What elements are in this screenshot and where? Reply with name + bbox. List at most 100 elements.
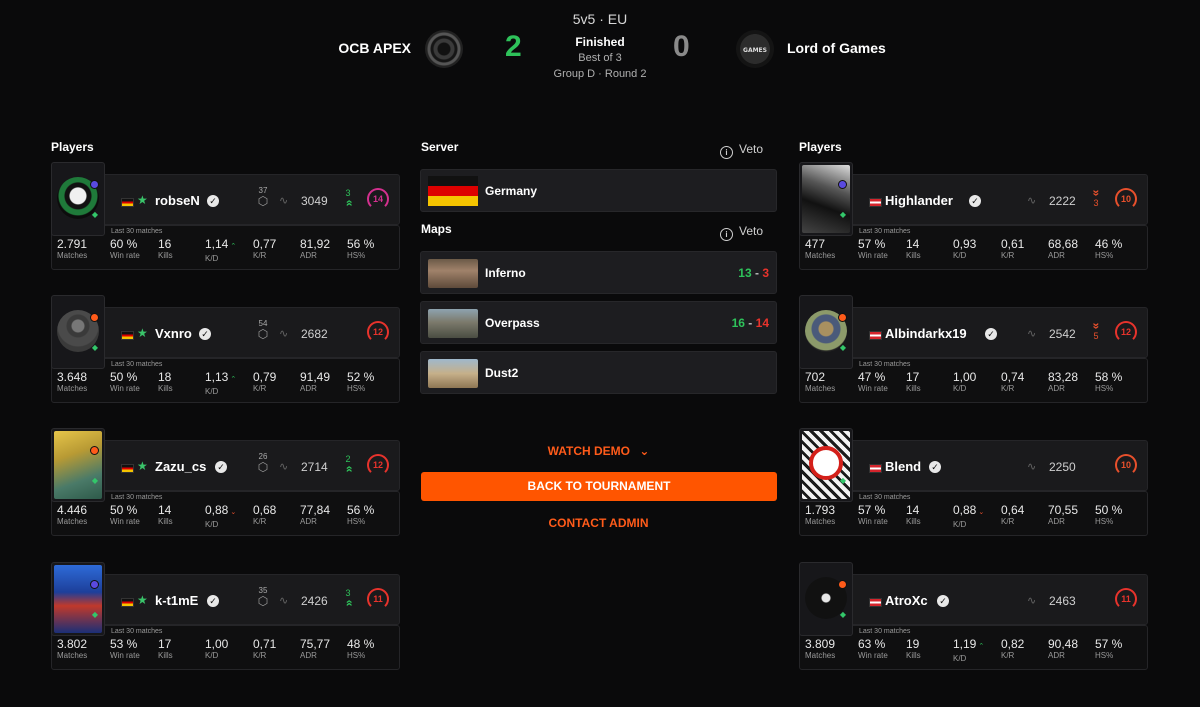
stat-label: Kills xyxy=(906,517,921,526)
player-card[interactable]: ◆ Albindarkx19 ✓ ∿ 2542 » 5 12 Last 30 matches 70… xyxy=(799,295,1149,405)
player-name[interactable]: Highlander xyxy=(885,193,953,208)
stat-value-text: 81,92 xyxy=(300,237,331,251)
shield-icon: ◆ xyxy=(839,210,847,219)
back-to-tournament-button[interactable]: BACK TO TOURNAMENT xyxy=(421,472,777,501)
skill-level-badge: 12 xyxy=(367,321,389,343)
avatar[interactable]: ◆ xyxy=(799,295,853,369)
stat-value-text: 477 xyxy=(805,237,826,251)
map-thumbnail xyxy=(428,359,478,388)
stat-kr: 0,82 K/R xyxy=(1001,637,1024,661)
stat-adr: 77,84 ADR xyxy=(300,503,330,527)
shield-icon: ◆ xyxy=(839,476,847,485)
player-card[interactable]: ◆ ★ k-t1mE ✓ 35 ⬡ ∿ 2426 3» 11 Last 30 matches 3.80… xyxy=(51,562,401,672)
map-row-overpass[interactable]: Overpass 16 - 14 xyxy=(420,301,777,344)
elo-delta-down-icon: » 5 xyxy=(1089,321,1103,341)
stat-value: 2.791 xyxy=(57,237,87,251)
stat-value: 58 % xyxy=(1095,370,1122,384)
stat-adr: 90,48 ADR xyxy=(1048,637,1078,661)
stat-value-text: 0,82 xyxy=(1001,637,1025,651)
stat-hs: 56 % HS% xyxy=(347,237,374,261)
stat-value: 0,79 xyxy=(253,370,276,384)
watch-demo-button[interactable]: WATCH DEMO ⌄ xyxy=(420,444,777,458)
shield-icon: ◆ xyxy=(91,210,99,219)
team-b-logo[interactable]: GAMES xyxy=(736,30,774,68)
stat-label: K/R xyxy=(253,517,267,526)
team-b-name[interactable]: Lord of Games xyxy=(787,40,886,56)
last-30-label: Last 30 matches xyxy=(111,228,163,235)
trend-icon: ∿ xyxy=(279,461,289,473)
stat-matches: 3.648 Matches xyxy=(57,370,87,394)
avatar-image xyxy=(54,431,102,499)
stat-label: K/D xyxy=(953,654,967,663)
stat-value-text: 63 % xyxy=(858,637,886,651)
stat-value: 46 % xyxy=(1095,237,1122,251)
stat-value-text: 0,88 xyxy=(205,503,229,517)
stat-value-text: 0,64 xyxy=(1001,503,1025,517)
stat-label: K/R xyxy=(253,384,267,393)
stat-value: 75,77 xyxy=(300,637,330,651)
stat-value: 0,61 xyxy=(1001,237,1024,251)
player-name[interactable]: AtroXc xyxy=(885,593,928,608)
player-name[interactable]: k-t1mE xyxy=(155,593,198,608)
avatar-image xyxy=(54,565,102,633)
stat-label: K/R xyxy=(1001,651,1015,660)
avatar[interactable]: ◆ xyxy=(51,562,105,636)
player-card[interactable]: ◆ Highlander ✓ ∿ 2222 » 3 10 Last 30 matches 477 M… xyxy=(799,162,1149,272)
trend-icon: ∿ xyxy=(1027,595,1037,607)
stat-label: Win rate xyxy=(858,517,888,526)
stat-value-text: 46 % xyxy=(1095,237,1123,251)
player-name[interactable]: robseN xyxy=(155,193,200,208)
server-veto-button[interactable]: i Veto xyxy=(720,142,763,159)
stat-value: 702 xyxy=(805,370,835,384)
last-30-label: Last 30 matches xyxy=(111,361,163,368)
skill-level-badge: 11 xyxy=(1115,588,1137,610)
player-card[interactable]: ◆ ★ Vxnro ✓ 54 ⬡ ∿ 2682 12 Last 30 matches 3.648 Ma… xyxy=(51,295,401,405)
stat-value-text: 1,14 xyxy=(205,237,229,251)
stat-value-text: 0,79 xyxy=(253,370,277,384)
stat-value-text: 56 % xyxy=(347,503,375,517)
match-best-of: Best of 3 xyxy=(578,52,622,64)
player-name[interactable]: Zazu_cs xyxy=(155,459,206,474)
map-row-inferno[interactable]: Inferno 13 - 3 xyxy=(420,251,777,294)
stat-adr: 81,92 ADR xyxy=(300,237,330,261)
stat-adr: 83,28 ADR xyxy=(1048,370,1078,394)
stat-value: 0,82 xyxy=(1001,637,1024,651)
player-name[interactable]: Albindarkx19 xyxy=(885,326,967,341)
player-name[interactable]: Vxnro xyxy=(155,326,192,341)
stat-label: HS% xyxy=(1095,517,1114,526)
player-card[interactable]: ◆ Blend ✓ ∿ 2250 10 Last 30 matches 1.793 Matche… xyxy=(799,428,1149,538)
avatar[interactable]: ◆ xyxy=(51,162,105,236)
stat-kills: 18 Kills xyxy=(158,370,173,394)
avatar[interactable]: ◆ xyxy=(799,562,853,636)
avatar[interactable]: ◆ xyxy=(51,428,105,502)
map-score: 13 - 3 xyxy=(738,266,769,280)
stat-matches: 3.809 Matches xyxy=(805,637,835,661)
stat-label: K/R xyxy=(253,251,267,260)
avatar[interactable]: ◆ xyxy=(799,162,853,236)
status-badge xyxy=(90,180,99,189)
elo-delta-up-icon: 2» xyxy=(341,454,355,474)
stat-label: Win rate xyxy=(858,651,888,660)
maps-veto-button[interactable]: i Veto xyxy=(720,224,763,241)
contact-admin-button[interactable]: CONTACT ADMIN xyxy=(420,516,777,530)
map-row-dust2[interactable]: Dust2 xyxy=(420,351,777,394)
stat-kd: 1,19 ⌃ K/D xyxy=(953,637,984,664)
player-card[interactable]: ◆ AtroXc ✓ ∿ 2463 11 Last 30 matches 3.809 Match… xyxy=(799,562,1149,672)
medal-icon: ⬡ xyxy=(257,460,269,474)
chevron-up-icon: » xyxy=(341,465,355,473)
stat-label: Win rate xyxy=(110,651,140,660)
player-card[interactable]: ◆ ★ Zazu_cs ✓ 26 ⬡ ∿ 2714 2» 12 Last 30 matches 4.4… xyxy=(51,428,401,538)
stat-value-text: 1,19 xyxy=(953,637,977,651)
stat-kd: 0,93 K/D xyxy=(953,237,976,261)
elo-value: 2463 xyxy=(1049,594,1076,608)
stat-value-text: 3.648 xyxy=(57,370,88,384)
server-title: Server xyxy=(421,140,459,154)
avatar[interactable]: ◆ xyxy=(51,295,105,369)
shield-icon: ◆ xyxy=(839,343,847,352)
team-b-logo-text: GAMES xyxy=(743,47,767,54)
player-name[interactable]: Blend xyxy=(885,459,921,474)
stat-value-text: 50 % xyxy=(110,370,138,384)
avatar[interactable]: ◆ xyxy=(799,428,853,502)
player-card[interactable]: ◆ ★ robseN ✓ 37 ⬡ ∿ 3049 3» 14 Last 30 matches 2.79… xyxy=(51,162,401,272)
stat-label: Matches xyxy=(57,251,88,260)
